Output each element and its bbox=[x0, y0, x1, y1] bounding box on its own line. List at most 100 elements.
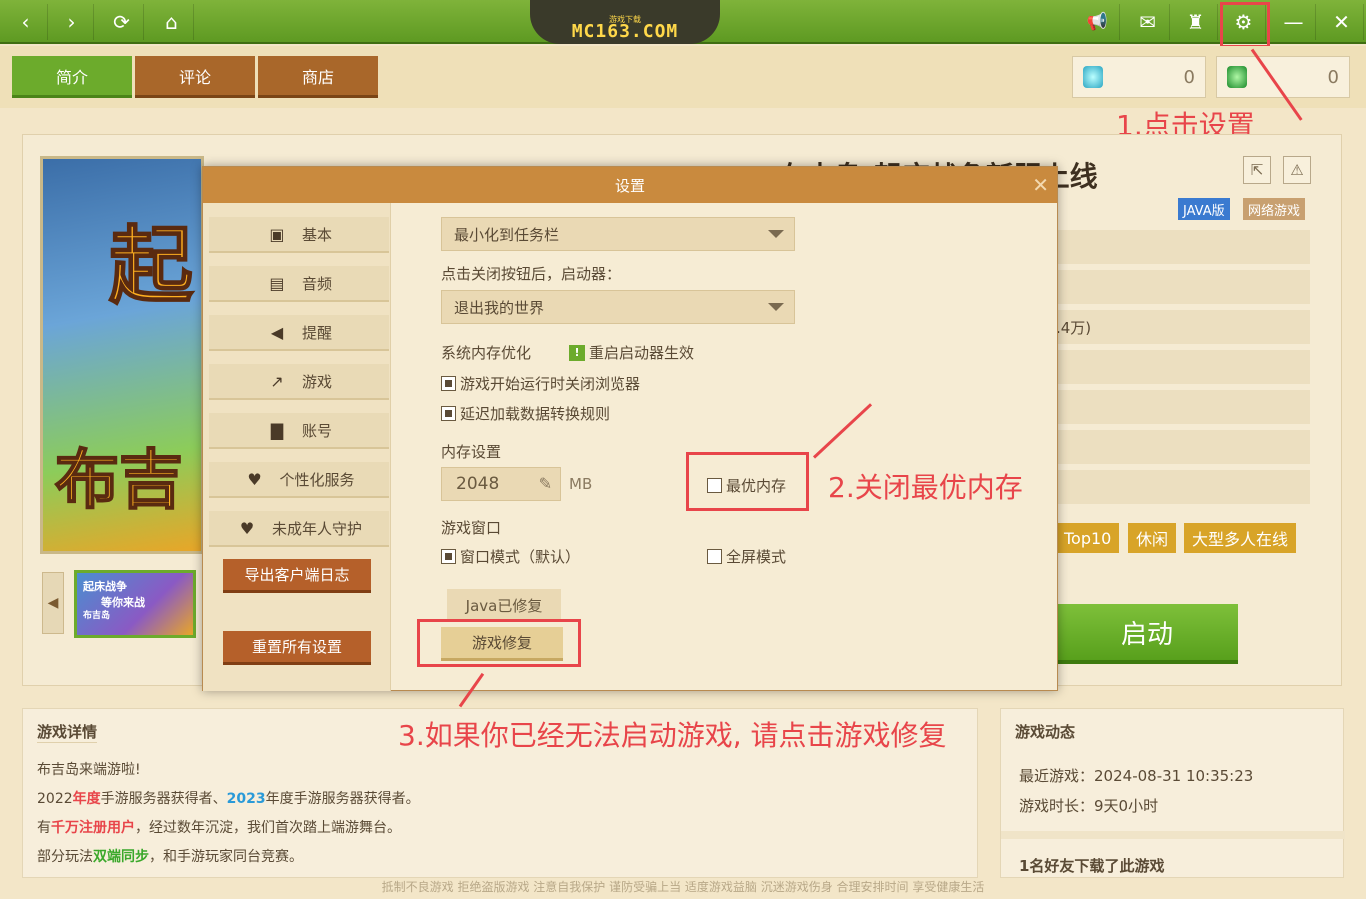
checkbox-box[interactable] bbox=[441, 376, 456, 391]
top-bar: ‹ › ⟳ ⌂ 游戏下载 MC163.COM 📢 ✉ ♜ ⚙ — ✕ bbox=[0, 0, 1366, 44]
memory-settings-label: 内存设置 bbox=[441, 443, 502, 461]
sidebar-item-reminder[interactable]: ◀ 提醒 bbox=[209, 315, 389, 351]
chevron-right-icon: › bbox=[67, 10, 76, 34]
sidebar-item-game[interactable]: ↗ 游戏 bbox=[209, 364, 389, 400]
info-row bbox=[1056, 430, 1310, 464]
optimal-memory-checkbox[interactable]: 最优内存 bbox=[707, 475, 786, 496]
details-highlight: 千万注册用户 bbox=[51, 820, 135, 836]
minimize-select-value: 最小化到任务栏 bbox=[454, 225, 560, 244]
skin-button[interactable]: ♜ bbox=[1174, 4, 1218, 40]
export-log-button[interactable]: 导出客户端日志 bbox=[223, 559, 371, 593]
mail-button[interactable]: ✉ bbox=[1126, 4, 1170, 40]
memory-value: 2048 bbox=[456, 474, 500, 494]
delay-load-checkbox[interactable]: 延迟加载数据转换规则 bbox=[441, 403, 610, 424]
banner-thumbnail[interactable]: 起床战争 等你来战 布吉岛 bbox=[74, 570, 196, 638]
info-row bbox=[1056, 470, 1310, 504]
recent-play: 最近游戏：2024-08-31 10:35:23 bbox=[1019, 765, 1253, 786]
minimize-button[interactable]: — bbox=[1272, 4, 1316, 40]
sidebar-item-audio[interactable]: ▤ 音频 bbox=[209, 266, 389, 302]
sidebar-item-basic[interactable]: ▣ 基本 bbox=[209, 217, 389, 253]
checkbox-box[interactable] bbox=[441, 549, 456, 564]
details-text: 有 bbox=[37, 820, 51, 836]
recent-play-value: 2024-08-31 10:35:23 bbox=[1094, 767, 1254, 785]
info-icon: ! bbox=[569, 344, 585, 361]
sidebar-item-minor-protection[interactable]: ♥ 未成年人守护 bbox=[209, 511, 389, 547]
home-button[interactable]: ⌂ bbox=[150, 4, 194, 40]
tab-comments[interactable]: 评论 bbox=[135, 56, 255, 98]
share-icon[interactable]: ⇱ bbox=[1243, 156, 1271, 184]
sidebar-item-label: 个性化服务 bbox=[279, 470, 355, 489]
dialog-title-bar: 设置 ✕ bbox=[203, 167, 1057, 203]
site-logo: 游戏下载 MC163.COM bbox=[530, 0, 720, 44]
sidebar-item-account[interactable]: ▇ 账号 bbox=[209, 413, 389, 449]
back-button[interactable]: ‹ bbox=[4, 4, 48, 40]
details-text: 2022 bbox=[37, 791, 73, 807]
details-text: ，经过数年沉淀，我们首次踏上端游舞台。 bbox=[135, 820, 401, 836]
tag-casual[interactable]: 休闲 bbox=[1128, 523, 1177, 553]
window-mode-checkbox[interactable]: 窗口模式（默认） bbox=[441, 546, 580, 567]
forward-button[interactable]: › bbox=[50, 4, 94, 40]
close-behavior-select[interactable]: 退出我的世界 bbox=[441, 290, 795, 324]
sidebar-item-label: 提醒 bbox=[301, 323, 332, 342]
arrow-icon: ↗ bbox=[270, 371, 284, 391]
friends-downloaded[interactable]: 1名好友下载了此游戏 bbox=[1019, 855, 1164, 876]
tab-intro[interactable]: 简介 bbox=[12, 56, 132, 98]
mail-icon: ✉ bbox=[1139, 10, 1156, 34]
minimize-behavior-select[interactable]: 最小化到任务栏 bbox=[441, 217, 795, 251]
start-game-button[interactable]: 启动 bbox=[1056, 604, 1238, 664]
diamond-count: 0 bbox=[1183, 66, 1195, 88]
close-icon[interactable]: ✕ bbox=[1032, 173, 1049, 197]
diamond-icon bbox=[1083, 66, 1103, 88]
game-window-label: 游戏窗口 bbox=[441, 519, 502, 537]
fullscreen-label: 全屏模式 bbox=[726, 548, 787, 566]
close-button[interactable]: ✕ bbox=[1320, 4, 1364, 40]
details-text: 手游服务器获得者、 bbox=[100, 791, 227, 807]
details-highlight: 2023 bbox=[226, 791, 266, 807]
dialog-title: 设置 bbox=[614, 176, 645, 195]
reset-all-button[interactable]: 重置所有设置 bbox=[223, 631, 371, 665]
java-fixed-status: Java已修复 bbox=[447, 589, 561, 621]
window-mode-label: 窗口模式（默认） bbox=[460, 548, 581, 566]
fullscreen-checkbox[interactable]: 全屏模式 bbox=[707, 546, 786, 567]
close-browser-checkbox[interactable]: 游戏开始运行时关闭浏览器 bbox=[441, 373, 640, 394]
shirt-icon: ♜ bbox=[1186, 10, 1205, 34]
memory-unit: MB bbox=[569, 475, 593, 493]
game-repair-button[interactable]: 游戏修复 bbox=[441, 627, 563, 661]
details-line: 有千万注册用户，经过数年沉淀，我们首次踏上端游舞台。 bbox=[37, 817, 401, 837]
thumbnail-prev-button[interactable]: ◀ bbox=[42, 572, 64, 634]
checkbox-box[interactable] bbox=[707, 478, 722, 493]
tab-shop[interactable]: 商店 bbox=[258, 56, 378, 98]
sidebar-item-label: 游戏 bbox=[301, 372, 332, 391]
tab-row: 简介 评论 商店 0 0 bbox=[0, 46, 1366, 108]
details-line: 2022年度手游服务器获得者、2023年度手游服务器获得者。 bbox=[37, 788, 420, 808]
chevron-down-icon bbox=[768, 303, 784, 311]
thumb-brand: 布吉岛 bbox=[83, 611, 111, 621]
sidebar-item-personalization[interactable]: ♥ 个性化服务 bbox=[209, 462, 389, 498]
checkbox-box[interactable] bbox=[441, 406, 456, 421]
details-text: 部分玩法 bbox=[37, 849, 93, 865]
pencil-icon[interactable]: ✎ bbox=[539, 474, 552, 493]
tag-mmo[interactable]: 大型多人在线 bbox=[1184, 523, 1297, 553]
game-banner-image: 起 布吉 bbox=[40, 156, 204, 554]
home-icon: ⌂ bbox=[165, 10, 178, 34]
details-title: 游戏详情 bbox=[37, 723, 98, 743]
details-line: 部分玩法双端同步，和手游玩家同台竞赛。 bbox=[37, 846, 303, 866]
announce-button[interactable]: 📢 bbox=[1076, 4, 1120, 40]
info-row: .4万) bbox=[1056, 310, 1310, 344]
play-duration: 游戏时长：9天0小时 bbox=[1019, 795, 1158, 816]
close-behavior-label: 点击关闭按钮后，启动器： bbox=[441, 265, 622, 283]
user-icon: ▇ bbox=[270, 420, 284, 440]
emerald-icon bbox=[1227, 66, 1247, 88]
memory-input[interactable]: 2048 ✎ bbox=[441, 467, 561, 501]
info-row bbox=[1056, 270, 1310, 304]
logo-subtitle: 游戏下载 bbox=[609, 15, 641, 24]
recent-play-label: 最近游戏： bbox=[1019, 767, 1095, 785]
heart-shield-icon: ♥ bbox=[239, 518, 255, 538]
checkbox-box[interactable] bbox=[707, 549, 722, 564]
thumb-line1: 起床战争 bbox=[83, 580, 127, 593]
warning-icon[interactable]: ⚠ bbox=[1283, 156, 1311, 184]
tag-top10[interactable]: Top10 bbox=[1056, 523, 1120, 553]
close-browser-label: 游戏开始运行时关闭浏览器 bbox=[460, 375, 641, 393]
refresh-button[interactable]: ⟳ bbox=[100, 4, 144, 40]
network-game-badge: 网络游戏 bbox=[1243, 198, 1306, 220]
